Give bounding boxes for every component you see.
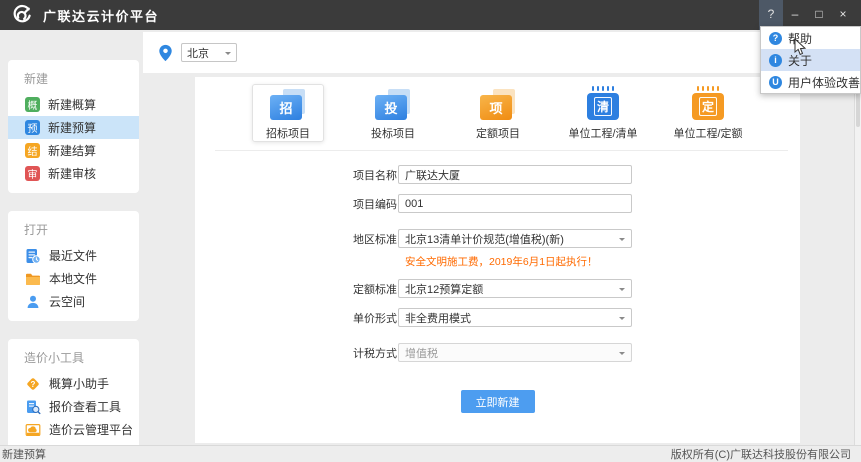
sidebar-item-label: 新建概算 [48,96,96,113]
question-circle-icon: ? [769,32,782,45]
tab-label: 单位工程/清单 [568,125,637,141]
sidebar-item-label: 云空间 [49,293,85,310]
tax-mode-label: 计税方式 [353,345,398,361]
menu-item-about[interactable]: i 关于 [761,49,860,71]
chevron-down-icon [619,288,625,294]
sidebar-item-cloud-space[interactable]: 云空间 [8,290,139,313]
tab-label: 招标项目 [266,125,310,141]
chevron-down-icon [225,52,231,58]
sidebar-item-label: 新建预算 [48,119,96,136]
sidebar-item-label: 本地文件 [49,270,97,287]
local-files-icon [25,271,41,287]
project-name-input[interactable] [398,165,632,184]
cloud-space-icon [25,294,41,310]
project-name-label: 项目名称 [353,167,398,183]
settlement-badge-icon: 结 [25,143,40,158]
sidebar-item-label: 最近文件 [49,247,97,264]
sidebar-item-quote-viewer[interactable]: 报价查看工具 [8,395,139,418]
unit-list-pad-icon: 清 [585,90,621,120]
project-code-label: 项目编码 [353,196,398,212]
sidebar-section-open: 打开 最近文件 [8,211,139,321]
tab-label: 投标项目 [371,125,415,141]
quote-viewer-icon [25,399,41,415]
sidebar-item-new-audit[interactable]: 审 新建审核 [8,162,139,185]
bidding-folder-icon: 招 [266,90,310,120]
section-title-open: 打开 [8,219,139,244]
region-select[interactable]: 北京 [181,43,237,62]
tab-bidding-project[interactable]: 招 招标项目 [252,84,324,142]
sidebar: 新建 概 新建概算 预 新建预算 结 新建结算 审 新建审核 打开 [8,60,139,462]
chevron-down-icon [619,352,625,358]
project-code-input[interactable] [398,194,632,213]
sidebar-item-new-estimate[interactable]: 概 新建概算 [8,93,139,116]
tender-folder-icon: 投 [371,90,415,120]
sidebar-item-label: 新建结算 [48,142,96,159]
tab-label: 单位工程/定额 [673,125,742,141]
unit-quota-pad-icon: 定 [690,90,726,120]
sidebar-item-local-files[interactable]: 本地文件 [8,267,139,290]
titlebar: 广联达云计价平台 ? – □ × [0,0,861,30]
sidebar-item-cloud-platform[interactable]: 造价云管理平台 [8,418,139,441]
menu-item-user-experience[interactable]: U 用户体验改善计划 [761,71,860,93]
sidebar-item-new-settlement[interactable]: 结 新建结算 [8,139,139,162]
tab-unit-list[interactable]: 清 单位工程/清单 [567,84,639,142]
tab-tender-project[interactable]: 投 投标项目 [357,84,429,142]
menu-item-help[interactable]: ? 帮助 [761,27,860,49]
section-title-tools: 造价小工具 [8,347,139,372]
cloud-platform-icon [25,422,41,438]
svg-text:?: ? [31,380,36,389]
tab-unit-quota[interactable]: 定 单位工程/定额 [672,84,744,142]
info-circle-icon: i [769,54,782,67]
status-left-text: 新建预算 [2,446,46,462]
sidebar-item-estimate-assistant[interactable]: ? 概算小助手 [8,372,139,395]
region-value: 北京 [187,45,209,61]
sidebar-section-tools: 造价小工具 ? 概算小助手 [8,339,139,449]
price-mode-select[interactable]: 非全费用模式 [398,308,632,327]
create-now-button[interactable]: 立即新建 [461,390,535,413]
sidebar-item-label: 造价云管理平台 [49,421,133,438]
section-title-new: 新建 [8,68,139,93]
quota-standard-select[interactable]: 北京12预算定额 [398,279,632,298]
assistant-icon: ? [25,376,41,392]
statusbar: 新建预算 版权所有(C)广联达科技股份有限公司 [0,445,861,462]
estimate-badge-icon: 概 [25,97,40,112]
location-bar: 北京 [143,32,861,73]
uep-circle-icon: U [769,76,782,89]
tab-quota-project[interactable]: 项 定额项目 [462,84,534,142]
project-type-tabs: 招 招标项目 投 投标项目 项 定额项目 [195,77,800,142]
app-window: 广联达云计价平台 ? – □ × 新建 概 新建概算 预 新建预算 结 新建结算 [0,0,861,462]
location-pin-icon [158,44,173,62]
sidebar-item-new-budget[interactable]: 预 新建预算 [8,116,139,139]
sidebar-item-label: 概算小助手 [49,375,109,392]
new-project-form: 项目名称 项目编码 地区标准 北京13清单计价规范(增值税)(新) 安全文明施工… [195,151,800,413]
sidebar-section-new: 新建 概 新建概算 预 新建预算 结 新建结算 审 新建审核 [8,60,139,193]
app-title: 广联达云计价平台 [43,6,159,25]
price-mode-label: 单价形式 [353,310,398,326]
copyright-text: 版权所有(C)广联达科技股份有限公司 [671,446,851,462]
recent-files-icon [25,248,41,264]
sidebar-item-recent-files[interactable]: 最近文件 [8,244,139,267]
region-standard-select[interactable]: 北京13清单计价规范(增值税)(新) [398,229,632,248]
tax-mode-select[interactable]: 增值税 [398,343,632,362]
audit-badge-icon: 审 [25,166,40,181]
chevron-down-icon [619,238,625,244]
glodon-logo-icon [11,4,33,26]
budget-badge-icon: 预 [25,120,40,135]
sidebar-item-label: 报价查看工具 [49,398,121,415]
quota-standard-label: 定额标准 [353,281,398,297]
region-standard-warning: 安全文明施工费，2019年6月1日起执行！ [405,254,800,269]
main-area: 北京 招 招标项目 投 投标项目 [143,30,861,445]
content-panel: 招 招标项目 投 投标项目 项 定额项目 [195,77,800,443]
help-dropdown-menu: ? 帮助 i 关于 U 用户体验改善计划 [760,26,861,94]
quota-folder-icon: 项 [476,90,520,120]
tab-label: 定额项目 [476,125,520,141]
region-standard-label: 地区标准 [353,231,398,247]
chevron-down-icon [619,317,625,323]
sidebar-item-label: 新建审核 [48,165,96,182]
